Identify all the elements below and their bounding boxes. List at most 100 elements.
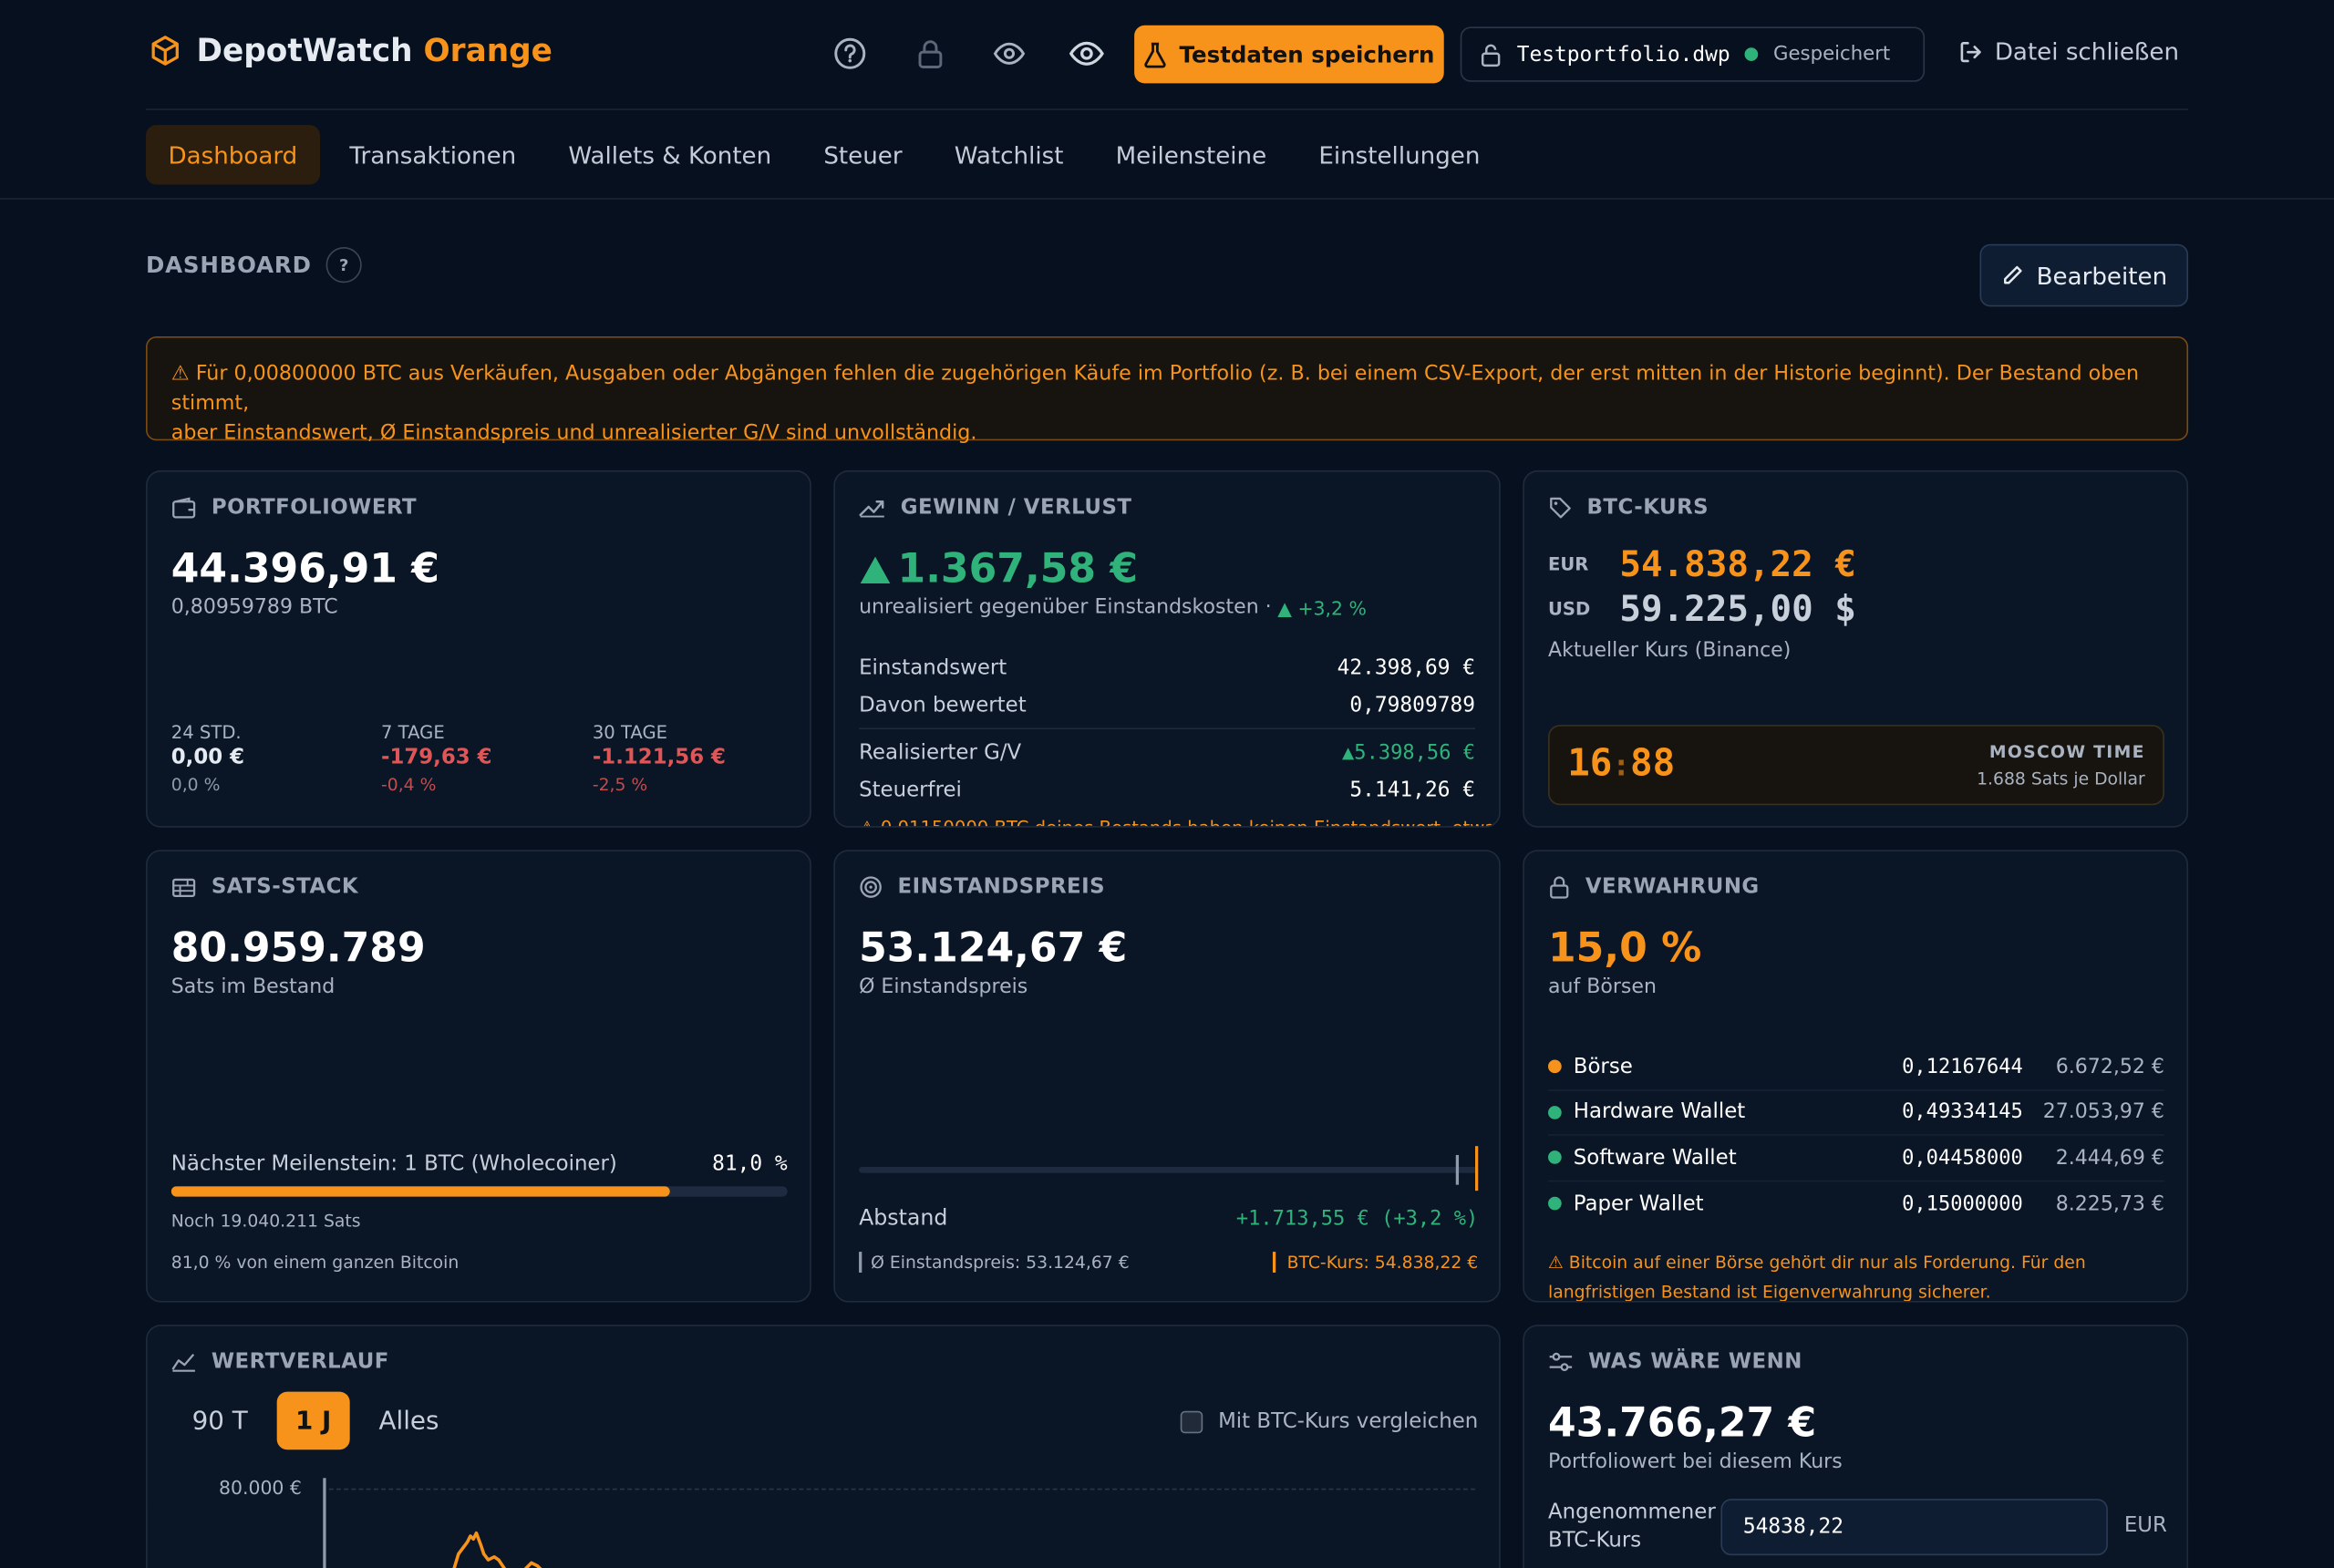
pnl-row: Realisierter G/V ▲5.398,56 €	[859, 740, 1476, 765]
unlock-icon	[1481, 43, 1501, 67]
lock-icon	[1550, 876, 1569, 899]
milestone-label: Nächster Meilenstein: 1 BTC (Wholecoiner…	[170, 1151, 617, 1176]
card-title: BTC-KURS	[1586, 495, 1709, 520]
eye-icon[interactable]	[1069, 36, 1104, 71]
range-1y[interactable]: 1 J	[277, 1391, 349, 1450]
status-dot	[1548, 1197, 1562, 1211]
top-bar: DepotWatch Orange Testdaten speichern Te…	[0, 0, 2334, 200]
tab-einstellungen[interactable]: Einstellungen	[1296, 125, 1503, 184]
cost-basis-marker	[1455, 1154, 1460, 1185]
eye-icon[interactable]	[991, 36, 1027, 71]
custody-row[interactable]: Börse 0,12167644 6.672,52 €	[1548, 1045, 2164, 1090]
sats-subtitle: Sats im Bestand	[170, 975, 336, 999]
price-source: Aktueller Kurs (Binance)	[1548, 638, 1792, 663]
milestone-note: 81,0 % von einem ganzen Bitcoin	[170, 1252, 460, 1273]
sats-per-dollar: 1.688 Sats je Dollar	[1977, 768, 2145, 789]
exchange-share-subtitle: auf Börsen	[1548, 975, 1657, 999]
save-test-data-label: Testdaten speichern	[1179, 40, 1435, 68]
logout-icon	[1960, 41, 1981, 62]
tab-dashboard[interactable]: Dashboard	[146, 125, 320, 185]
custody-row[interactable]: Software Wallet 0,04458000 2.444,69 €	[1548, 1136, 2164, 1181]
tab-transaktionen[interactable]: Transaktionen	[327, 125, 539, 184]
custody-list: Börse 0,12167644 6.672,52 € Hardware Wal…	[1548, 1045, 2164, 1226]
help-question-icon[interactable]: ?	[326, 247, 363, 284]
stack-icon	[172, 877, 196, 897]
area-chart-icon	[171, 1354, 195, 1372]
range-90d[interactable]: 90 T	[174, 1392, 265, 1450]
milestone-progress-bar	[170, 1186, 788, 1197]
wallet-icon	[172, 496, 196, 518]
what-if-subtitle: Portfoliowert bei diesem Kurs	[1548, 1449, 1843, 1474]
tab-watchlist[interactable]: Watchlist	[932, 125, 1086, 184]
divider	[859, 727, 1476, 730]
warning-line-2: aber Einstandswert, Ø Einstandspreis und…	[170, 421, 977, 446]
sliders-icon	[1549, 1352, 1573, 1372]
cost-basis-card: EINSTANDSPREIS 53.124,67 € Ø Einstandspr…	[833, 850, 1501, 1303]
file-name: Testportfolio.dwp	[1516, 42, 1730, 67]
saved-status-dot	[1745, 47, 1759, 61]
btc-price-marker	[1475, 1146, 1479, 1191]
portfolio-value: 44.396,91 €	[170, 546, 440, 593]
warning-line-1: ⚠ Für 0,00800000 BTC aus Verkäufen, Ausg…	[170, 361, 2140, 416]
y-axis-tick: 80.000 €	[219, 1476, 302, 1500]
period-changes: 24 STD. 0,00 € 0,0 % 7 TAGE -179,63 € -0…	[171, 722, 788, 795]
close-file-label: Datei schließen	[1994, 36, 2180, 66]
main-nav: Dashboard Transaktionen Wallets & Konten…	[146, 125, 1510, 185]
period-24h: 24 STD. 0,00 € 0,0 %	[170, 721, 245, 795]
period-7d: 7 TAGE -179,63 € -0,4 %	[380, 721, 492, 795]
distance-row: Abstand +1.713,55 € (+3,2 %)	[859, 1207, 1478, 1231]
tab-wallets-konten[interactable]: Wallets & Konten	[546, 125, 794, 184]
y-axis	[323, 1478, 326, 1568]
cost-basis-value: 53.124,67 €	[859, 925, 1128, 973]
file-status: Gespeichert	[1773, 43, 1891, 66]
what-if-card: WAS WÄRE WENN 43.766,27 € Portfoliowert …	[1523, 1325, 2189, 1568]
card-title: GEWINN / VERLUST	[900, 495, 1132, 520]
what-if-value: 43.766,27 €	[1548, 1400, 1817, 1447]
custody-card: VERWAHRUNG 15,0 % auf Börsen Börse 0,121…	[1523, 850, 2189, 1303]
assumed-price-input[interactable]: 54838,22	[1720, 1499, 2108, 1556]
currency-label: EUR	[2123, 1513, 2167, 1538]
moscow-time-clock: 16:88 MOSCOW TIME 1.688 Sats je Dollar	[1548, 725, 2164, 806]
custody-row[interactable]: Hardware Wallet 0,49334145 27.053,97 €	[1548, 1090, 2164, 1136]
usd-price: 59.225,00 $	[1619, 587, 1856, 630]
compare-checkbox[interactable]	[1181, 1409, 1203, 1433]
legend-btc-price: BTC-Kurs: 54.838,22 €	[1272, 1252, 1478, 1273]
usd-price-row: USD 59.225,00 $	[1548, 587, 1856, 630]
legend-cost-basis: Ø Einstandspreis: 53.124,67 €	[859, 1252, 1130, 1273]
help-icon[interactable]	[832, 36, 868, 71]
range-selector: 90 T 1 J Alles	[174, 1391, 457, 1450]
tag-icon	[1550, 497, 1571, 519]
save-test-data-button[interactable]: Testdaten speichern	[1134, 25, 1444, 84]
brand[interactable]: DepotWatch Orange	[149, 33, 553, 68]
distance-value: +1.713,55 € (+3,2 %)	[1235, 1207, 1479, 1232]
sats-value: 80.959.789	[170, 925, 426, 973]
custody-row[interactable]: Paper Wallet 0,15000000 8.225,73 €	[1548, 1181, 2164, 1227]
custody-warning: ⚠ Bitcoin auf einer Börse gehört dir nur…	[1548, 1252, 2086, 1303]
milestone-row: Nächster Meilenstein: 1 BTC (Wholecoiner…	[171, 1152, 788, 1176]
edit-label: Bearbeiten	[2036, 261, 2168, 290]
close-file-button[interactable]: Datei schließen	[1959, 37, 2179, 66]
eur-price: 54.838,22 €	[1619, 542, 1856, 585]
file-status-box[interactable]: Testportfolio.dwp Gespeichert	[1460, 26, 1926, 82]
lock-icon[interactable]	[913, 36, 948, 71]
moscow-time-label: MOSCOW TIME	[1988, 741, 2145, 762]
target-icon	[860, 876, 882, 898]
cost-basis-subtitle: Ø Einstandspreis	[859, 975, 1028, 999]
card-title: WERTVERLAUF	[211, 1349, 389, 1374]
compare-btc-toggle[interactable]: Mit BTC-Kurs vergleichen	[1181, 1409, 1478, 1433]
card-title: WAS WÄRE WENN	[1588, 1349, 1802, 1374]
status-dot	[1548, 1105, 1562, 1119]
value-history-card: WERTVERLAUF 90 T 1 J Alles Mit BTC-Kurs …	[146, 1325, 1501, 1568]
card-title: SATS-STACK	[211, 875, 359, 900]
assumed-price-label: Angenommener BTC-Kurs	[1548, 1500, 1716, 1553]
pnl-note: ⚠ 0,01150000 BTC deines Bestands haben k…	[859, 817, 1496, 828]
status-dot	[1548, 1150, 1562, 1165]
range-all[interactable]: Alles	[361, 1392, 457, 1450]
portfolio-value-card: PORTFOLIOWERT 44.396,91 € 0,80959789 BTC…	[146, 469, 811, 828]
incomplete-data-warning: ⚠ Für 0,00800000 BTC aus Verkäufen, Ausg…	[146, 335, 2189, 445]
tab-steuer[interactable]: Steuer	[801, 125, 924, 184]
edit-button[interactable]: Bearbeiten	[1979, 243, 2189, 307]
btc-price-card: BTC-KURS EUR 54.838,22 € USD 59.225,00 $…	[1523, 469, 2189, 828]
pencil-icon	[2004, 265, 2022, 284]
tab-meilensteine[interactable]: Meilensteine	[1093, 125, 1289, 184]
